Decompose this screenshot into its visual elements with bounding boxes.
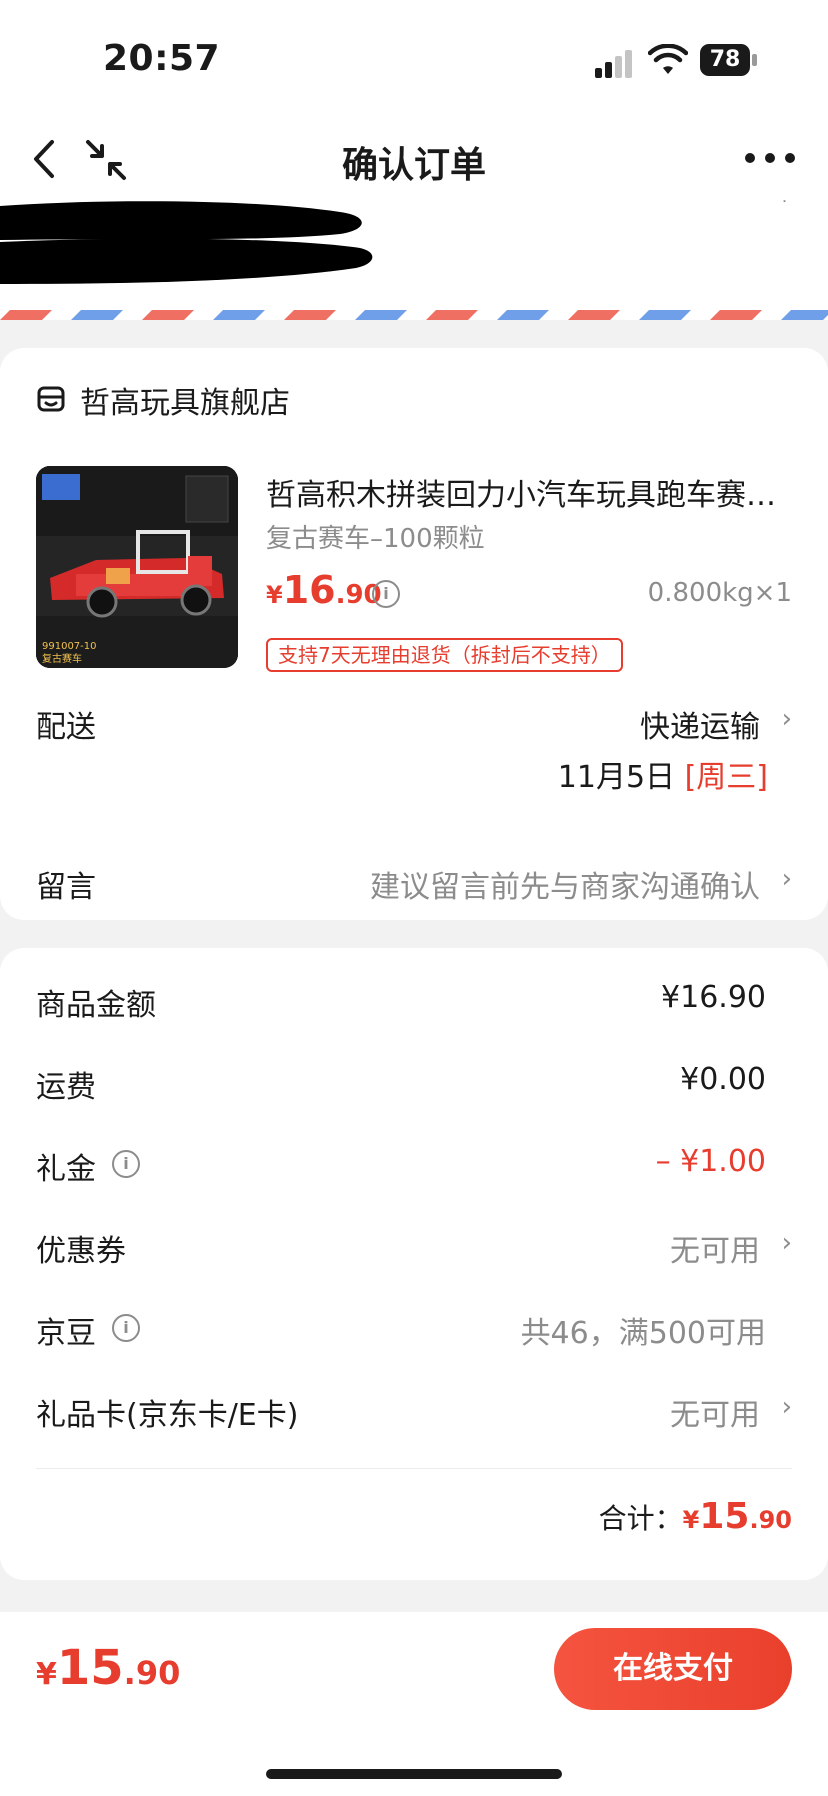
message-input[interactable]: 建议留言前先与商家沟通确认 bbox=[370, 862, 760, 906]
address-divider-stripe bbox=[0, 310, 828, 320]
bottom-price-integer: 15 bbox=[56, 1640, 124, 1696]
total-integer: 15 bbox=[699, 1496, 750, 1537]
delivery-date-group[interactable]: 11月5日 [周三] bbox=[558, 752, 768, 796]
coupon-chevron-icon[interactable]: › bbox=[782, 1228, 792, 1258]
shop-icon bbox=[37, 386, 65, 412]
delivery-method[interactable]: 快递运输 bbox=[640, 702, 760, 746]
bottom-price-decimal: .90 bbox=[123, 1654, 181, 1692]
product-price: ¥16.90 bbox=[266, 568, 382, 612]
page-title: 确认订单 bbox=[341, 145, 486, 186]
pay-online-button[interactable]: 在线支付 bbox=[554, 1628, 792, 1710]
gift-money-label: 礼金 bbox=[36, 1152, 96, 1187]
coupon-value[interactable]: 无可用 bbox=[670, 1226, 760, 1270]
goods-amount-value: ¥16.90 bbox=[661, 980, 766, 1015]
status-time: 20:57 bbox=[103, 38, 221, 79]
total-label: 合计： bbox=[598, 1502, 683, 1535]
product-image-code: 991007-10 bbox=[42, 641, 97, 652]
jingdou-label: 京豆 bbox=[36, 1316, 96, 1351]
home-indicator[interactable] bbox=[266, 1769, 562, 1779]
gift-card-label: 礼品卡(京东卡/E卡) bbox=[36, 1398, 299, 1433]
wifi-icon bbox=[648, 44, 688, 74]
signal-icon bbox=[595, 50, 632, 78]
product-weight-quantity: 0.800kg×1 bbox=[647, 578, 792, 608]
address-chevron: ˙ bbox=[780, 198, 789, 219]
gift-money-value: – ¥1.00 bbox=[655, 1144, 766, 1179]
battery-nub bbox=[752, 54, 757, 66]
battery-icon: 78 bbox=[700, 44, 758, 76]
shipping-label: 运费 bbox=[36, 1070, 96, 1105]
gift-card-chevron-icon[interactable]: › bbox=[782, 1392, 792, 1422]
battery-level: 78 bbox=[700, 44, 750, 76]
redacted-address bbox=[0, 201, 373, 284]
product-title[interactable]: 哲高积木拼装回力小汽车玩具跑车赛… bbox=[266, 470, 796, 514]
more-icon[interactable] bbox=[742, 150, 798, 166]
total-decimal: .90 bbox=[749, 1506, 792, 1534]
goods-amount-label: 商品金额 bbox=[36, 988, 156, 1023]
shop-name[interactable]: 哲高玩具旗舰店 bbox=[80, 378, 290, 422]
summary-divider bbox=[36, 1468, 792, 1469]
coupon-label: 优惠券 bbox=[36, 1234, 126, 1269]
product-image[interactable]: 991007-10 复古赛车 bbox=[36, 466, 238, 668]
gift-card-value[interactable]: 无可用 bbox=[670, 1390, 760, 1434]
jingdou-info-icon[interactable]: i bbox=[112, 1314, 140, 1342]
delivery-chevron-icon[interactable]: › bbox=[782, 704, 792, 734]
price-symbol: ¥ bbox=[266, 581, 283, 609]
total-symbol: ¥ bbox=[682, 1506, 700, 1534]
product-spec: 复古赛车–100颗粒 bbox=[266, 524, 485, 554]
bottom-total-price: ¥15.90 bbox=[36, 1640, 180, 1696]
order-total: 合计：¥15.90 bbox=[599, 1496, 792, 1537]
price-info-icon[interactable]: i bbox=[372, 580, 400, 608]
price-integer: 16 bbox=[282, 568, 336, 612]
product-image-name: 复古赛车 bbox=[42, 652, 82, 665]
shipping-value: ¥0.00 bbox=[680, 1062, 766, 1097]
message-chevron-icon[interactable]: › bbox=[782, 864, 792, 894]
bottom-price-symbol: ¥ bbox=[36, 1657, 57, 1692]
return-policy-badge: 支持7天无理由退货（拆封后不支持） bbox=[266, 638, 623, 672]
message-label: 留言 bbox=[36, 870, 96, 905]
delivery-label: 配送 bbox=[36, 710, 96, 745]
jingdou-value: 共46，满500可用 bbox=[520, 1316, 766, 1351]
delivery-weekday: [周三] bbox=[684, 760, 768, 795]
gift-money-info-icon[interactable]: i bbox=[112, 1150, 140, 1178]
delivery-date: 11月5日 bbox=[557, 760, 676, 795]
